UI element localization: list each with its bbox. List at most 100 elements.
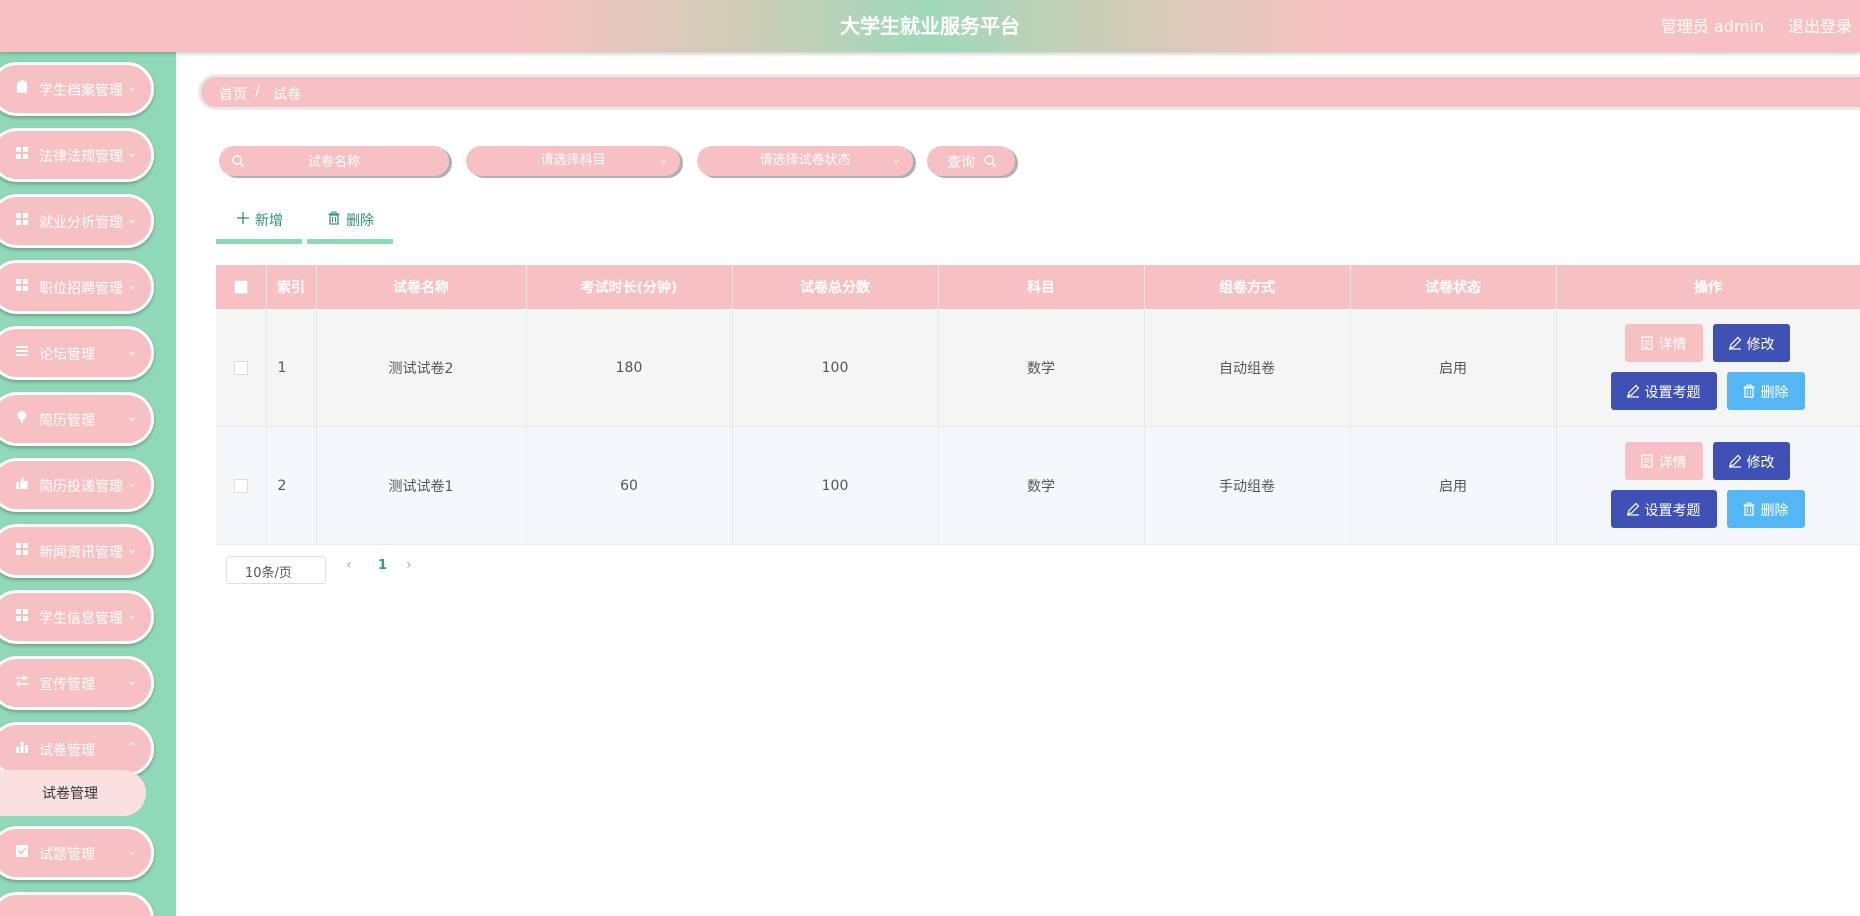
table-row: 2 测试试卷1 60 100 数学 手动组卷 启用 详情 修改 设置考题 删除 (216, 426, 1860, 545)
row-checkbox[interactable] (233, 360, 248, 375)
subject-select-placeholder: 请选择科目 (540, 153, 606, 168)
batch-delete-button-label: 删除 (346, 213, 374, 229)
trash-icon (1743, 502, 1754, 516)
breadcrumb: 首页 / 试卷 (198, 74, 1860, 110)
edit-button[interactable]: 修改 (1712, 442, 1790, 480)
document-icon (1640, 454, 1653, 468)
sidebar-item-student-info[interactable]: 学生信息管理 ⌄ (0, 590, 154, 644)
column-header: 索引 (266, 265, 317, 309)
sidebar-item-exam-papers[interactable]: 试卷管理 ⌃ (0, 722, 154, 776)
method-cell: 手动组卷 (1144, 426, 1351, 545)
sidebar-item-news[interactable]: 新闻资讯管理 ⌄ (0, 524, 154, 578)
detail-button[interactable]: 详情 (1624, 442, 1703, 480)
chevron-down-icon: ⌄ (126, 212, 137, 226)
trash-icon (328, 211, 340, 225)
sidebar-item-label: 学生档案管理 (39, 83, 123, 99)
subject-select[interactable]: 请选择科目 ⌄ (466, 146, 680, 176)
duration-cell: 180 (526, 309, 733, 427)
page-size-select[interactable]: 10条/页 ⌄ (226, 556, 326, 584)
detail-button-label: 详情 (1658, 337, 1687, 353)
sidebar-subitem-label: 试卷管理 (42, 786, 98, 802)
subject-cell: 数学 (938, 426, 1145, 545)
set-questions-button[interactable]: 设置考题 (1610, 372, 1717, 410)
prev-page-button[interactable]: ‹ (346, 557, 352, 573)
operations-cell: 详情 修改 设置考题 删除 (1556, 426, 1860, 545)
query-button-label: 查询 (947, 155, 975, 171)
sidebar-item-resume[interactable]: 简历管理 ⌄ (0, 392, 154, 446)
sidebar-subitem-exam-papers[interactable]: 试卷管理 (0, 770, 146, 816)
chevron-down-icon: ⌄ (245, 563, 255, 576)
sidebar-item-questions[interactable]: 试题管理 ⌄ (0, 826, 154, 880)
breadcrumb-current: 试卷 (273, 87, 301, 103)
status-cell: 启用 (1350, 426, 1557, 545)
chevron-down-icon: ⌄ (126, 344, 137, 358)
detail-button-label: 详情 (1658, 455, 1687, 471)
table-header-row: 索引 试卷名称 考试时长(分钟) 试卷总分数 科目 组卷方式 试卷状态 操作 (216, 265, 1860, 309)
chevron-down-icon: ⌄ (126, 410, 137, 424)
plus-icon (237, 212, 249, 224)
document-icon (1640, 336, 1653, 350)
row-select-cell (216, 426, 267, 545)
paper-name-cell: 测试试卷1 (316, 426, 527, 545)
index-cell: 2 (266, 426, 317, 545)
sidebar-item-label: 新闻资讯管理 (39, 545, 123, 561)
logout-link[interactable]: 退出登录 (1788, 13, 1852, 37)
batch-delete-button[interactable]: 删除 (307, 206, 393, 244)
operations-group: 详情 修改 设置考题 删除 (1557, 427, 1860, 544)
sidebar-item-laws[interactable]: 法律法规管理 ⌄ (0, 128, 154, 182)
sidebar-item-partial[interactable] (0, 892, 154, 916)
delete-button[interactable]: 删除 (1726, 372, 1805, 410)
search-icon (984, 155, 996, 167)
sidebar-item-forum[interactable]: 论坛管理 ⌄ (0, 326, 154, 380)
paper-name-search (219, 146, 449, 176)
breadcrumb-home[interactable]: 首页 (219, 84, 247, 104)
operations-group: 详情 修改 设置考题 删除 (1557, 309, 1860, 426)
table-row: 1 测试试卷2 180 100 数学 自动组卷 启用 详情 修改 设置考题 删除 (216, 309, 1860, 427)
sidebar-item-label: 法律法规管理 (39, 149, 123, 165)
detail-button[interactable]: 详情 (1624, 324, 1703, 362)
sidebar-item-employment-analysis[interactable]: 就业分析管理 ⌄ (0, 194, 154, 248)
edit-button[interactable]: 修改 (1712, 324, 1790, 362)
add-button[interactable]: 新增 (216, 206, 302, 244)
operations-cell: 详情 修改 设置考题 删除 (1556, 309, 1860, 427)
sliders-icon (16, 675, 28, 686)
sidebar-item-job-recruitment[interactable]: 职位招聘管理 ⌄ (0, 260, 154, 314)
select-all-checkbox[interactable] (233, 280, 248, 294)
list-icon (16, 346, 28, 356)
row-checkbox[interactable] (233, 478, 248, 493)
set-questions-button-label: 设置考题 (1644, 503, 1701, 519)
next-page-button[interactable]: › (406, 557, 412, 573)
delete-button[interactable]: 删除 (1726, 490, 1805, 528)
sidebar-item-label: 就业分析管理 (39, 215, 123, 231)
sidebar-item-publicity[interactable]: 宣传管理 ⌄ (0, 656, 154, 710)
column-header: 考试时长(分钟) (526, 265, 733, 309)
chevron-down-icon: ⌄ (126, 844, 137, 858)
sidebar-item-label: 简历管理 (39, 413, 95, 429)
subject-cell: 数学 (938, 309, 1145, 427)
set-questions-button-label: 设置考题 (1644, 385, 1701, 401)
chevron-down-icon: ⌄ (126, 608, 137, 622)
chevron-down-icon: ⌄ (126, 542, 137, 556)
sidebar-item-label: 试题管理 (39, 847, 95, 863)
sidebar-item-student-archives[interactable]: 学生档案管理 ⌄ (0, 62, 154, 116)
sidebar-item-label: 宣传管理 (39, 677, 95, 693)
set-questions-button[interactable]: 设置考题 (1610, 490, 1717, 528)
sidebar-item-label: 简历投递管理 (39, 479, 123, 495)
grid-icon (16, 147, 28, 159)
grid-icon (16, 609, 28, 621)
edit-button-label: 修改 (1746, 337, 1775, 353)
duration-cell: 60 (526, 426, 733, 545)
sidebar: 学生档案管理 ⌄ 法律法规管理 ⌄ 就业分析管理 ⌄ 职位招聘管理 ⌄ 论坛管理… (0, 52, 176, 916)
page-number-current[interactable]: 1 (378, 558, 387, 573)
trash-icon (1743, 384, 1754, 398)
status-cell: 启用 (1350, 309, 1557, 427)
status-select[interactable]: 请选择试卷状态 ⌄ (697, 146, 913, 176)
sidebar-item-resume-delivery[interactable]: 简历投递管理 ⌄ (0, 458, 154, 512)
chevron-down-icon: ⌄ (126, 146, 137, 160)
pin-icon (17, 411, 27, 423)
column-header: 组卷方式 (1144, 265, 1351, 309)
grid-icon (16, 543, 28, 555)
paper-name-input[interactable] (219, 146, 449, 176)
pencil-icon (1626, 502, 1639, 516)
query-button[interactable]: 查询 (927, 146, 1015, 176)
